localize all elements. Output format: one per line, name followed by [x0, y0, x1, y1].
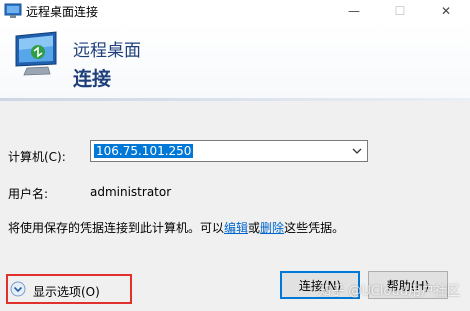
show-options-button[interactable]: 显示选项(O)	[33, 283, 100, 300]
username-label: 用户名:	[8, 187, 49, 201]
title-bar: 远程桌面连接 — ☐ ✕	[0, 0, 470, 22]
maximize-icon: ☐	[394, 4, 406, 18]
banner-divider	[0, 98, 470, 101]
credentials-info: 将使用保存的凭据连接到此计算机。可以编辑或删除这些凭据。	[8, 219, 344, 236]
computer-label: 计算机(C):	[8, 150, 66, 164]
minimize-icon: —	[348, 4, 360, 18]
delete-credentials-link[interactable]: 删除	[260, 221, 284, 235]
expand-options-icon[interactable]	[10, 281, 26, 297]
computer-combobox[interactable]: 106.75.101.250	[90, 140, 368, 162]
computer-input-value[interactable]: 106.75.101.250	[94, 144, 194, 158]
username-value: administrator	[90, 185, 172, 199]
close-icon: ✕	[440, 4, 452, 18]
maximize-button[interactable]: ☐	[378, 0, 422, 22]
banner-title-line2: 连接	[73, 68, 112, 90]
banner-title-line1: 远程桌面	[73, 41, 141, 61]
close-button[interactable]: ✕	[424, 0, 468, 22]
minimize-button[interactable]: —	[332, 0, 376, 22]
edit-credentials-link[interactable]: 编辑	[224, 221, 248, 235]
credentials-info-or: 或	[248, 221, 261, 235]
watermark-text: 知乎 @UCloud用户社区	[318, 284, 460, 299]
header-banner	[0, 22, 470, 98]
credentials-info-prefix: 将使用保存的凭据连接到此计算机。可以	[8, 221, 225, 235]
remote-desktop-monitor-icon	[15, 31, 57, 76]
chevron-down-icon[interactable]	[351, 145, 363, 157]
credentials-info-suffix: 这些凭据。	[284, 221, 345, 235]
window-title: 远程桌面连接	[26, 5, 99, 19]
remote-desktop-app-icon	[4, 3, 22, 18]
